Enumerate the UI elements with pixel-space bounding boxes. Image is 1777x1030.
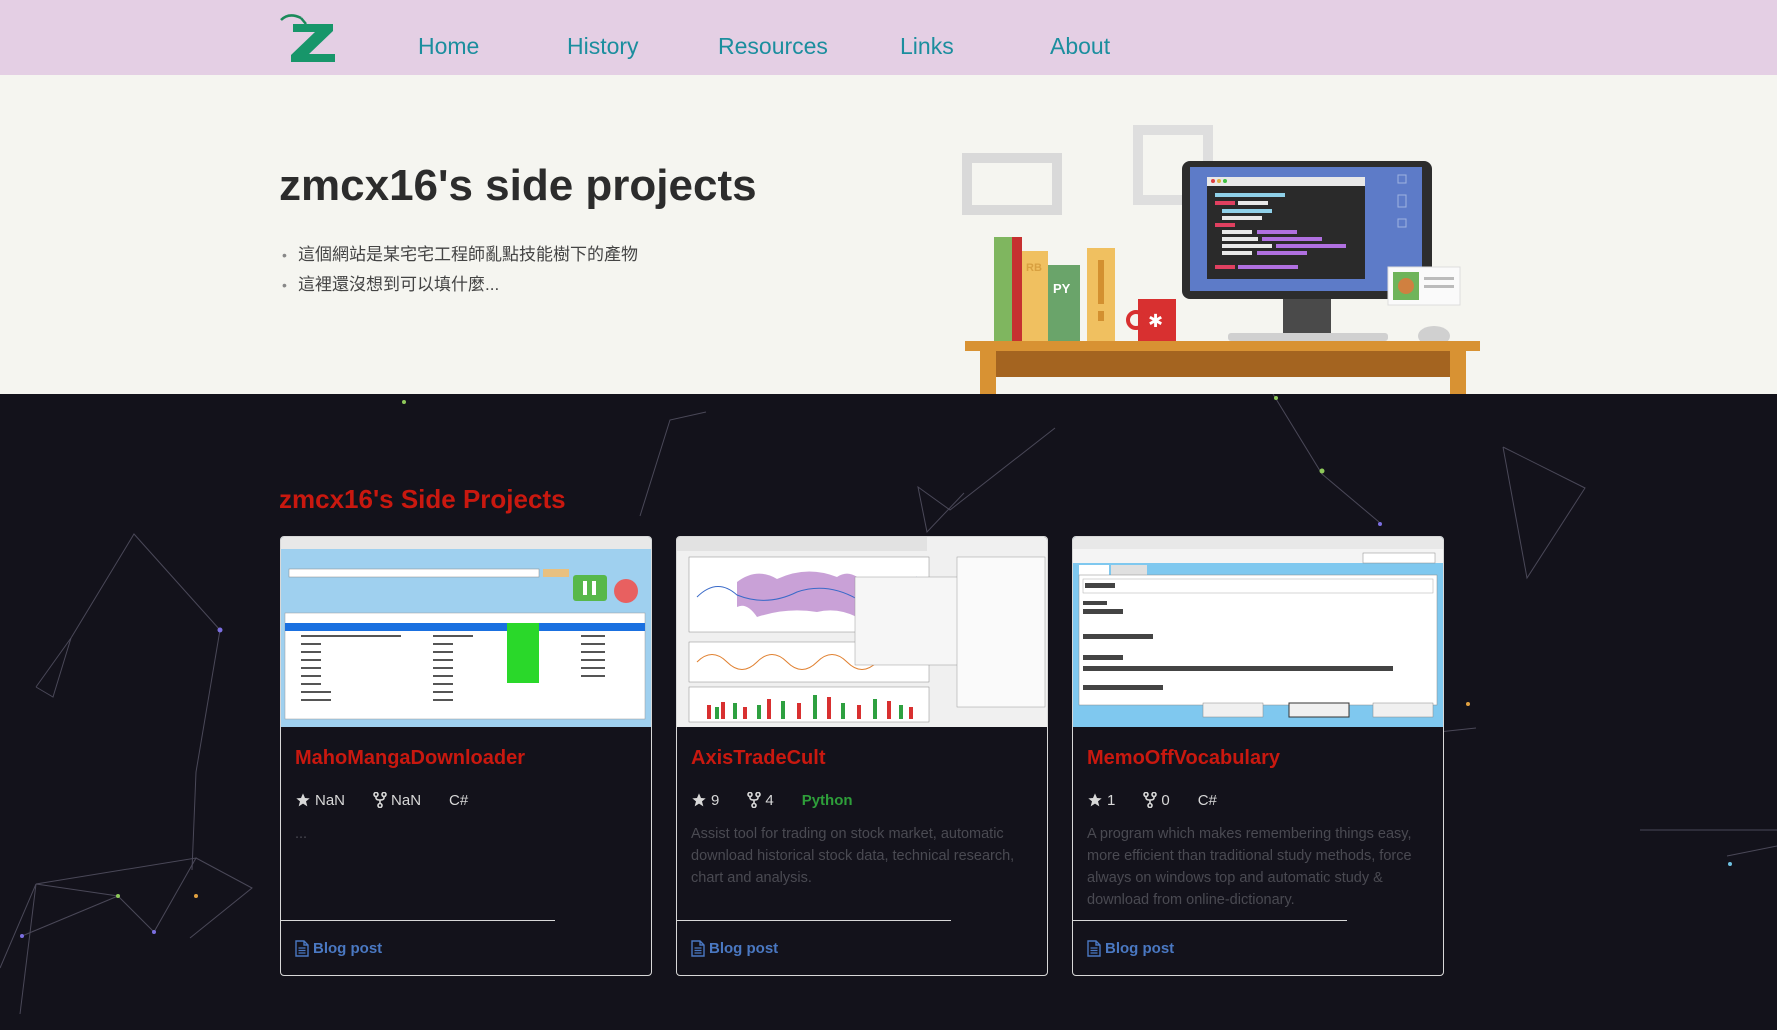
project-screenshot-thumbnail[interactable] <box>677 537 1047 727</box>
fork-count-value: 4 <box>765 791 774 809</box>
project-title-link[interactable]: AxisTradeCult <box>691 746 825 770</box>
project-card: AxisTradeCult 9 4 Python Assist tool for… <box>676 536 1048 976</box>
fork-icon <box>747 792 762 808</box>
language-label: C# <box>449 791 469 809</box>
nav-link-about[interactable]: About <box>1050 33 1110 59</box>
project-screenshot-thumbnail[interactable] <box>1073 537 1443 727</box>
fork-count: NaN <box>373 792 421 809</box>
divider <box>1073 920 1347 921</box>
blog-post-link[interactable]: Blog post <box>295 940 382 957</box>
project-stats: NaN NaN C# <box>295 790 468 810</box>
star-icon <box>296 793 310 807</box>
language-label: C# <box>1197 791 1217 809</box>
project-title-link[interactable]: MahoMangaDownloader <box>295 746 525 770</box>
star-count-value: NaN <box>315 791 346 809</box>
fork-count-value: NaN <box>391 791 422 809</box>
svg-text:✱: ✱ <box>1148 311 1163 332</box>
blog-post-label: Blog post <box>1105 940 1175 957</box>
star-count: NaN <box>295 792 345 809</box>
blog-post-link[interactable]: Blog post <box>1087 940 1174 957</box>
blog-post-label: Blog post <box>709 940 779 957</box>
star-count: 1 <box>1087 792 1115 809</box>
hero-section <box>0 75 1777 394</box>
hero-bullet: 這個網站是某宅宅工程師亂點技能樹下的產物 <box>282 240 638 270</box>
divider <box>677 920 951 921</box>
star-count-value: 1 <box>1107 791 1116 809</box>
document-icon <box>1087 940 1101 957</box>
top-nav: Home History Resources Links About <box>0 0 1777 75</box>
zmcx16-logo-icon[interactable] <box>279 12 341 64</box>
language-label: Python <box>801 791 853 809</box>
fork-count: 0 <box>1143 791 1170 809</box>
nav-link-history[interactable]: History <box>567 33 639 59</box>
fork-count-value: 0 <box>1161 791 1170 809</box>
project-card: MemoOffVocabulary 1 0 C# A program which… <box>1072 536 1444 976</box>
project-description: Assist tool for trading on stock market,… <box>691 826 1015 886</box>
document-icon <box>691 940 705 957</box>
nav-link-resources[interactable]: Resources <box>718 33 828 59</box>
star-icon <box>692 793 706 807</box>
page-title: zmcx16's side projects <box>279 161 757 210</box>
hero-bullet-list: 這個網站是某宅宅工程師亂點技能樹下的產物 這裡還沒想到可以填什麼... <box>282 240 638 300</box>
star-count-value: 9 <box>711 791 720 809</box>
book-rb-label: RB <box>1026 262 1042 274</box>
section-title: zmcx16's Side Projects <box>279 484 566 514</box>
project-title-link[interactable]: MemoOffVocabulary <box>1087 746 1280 770</box>
project-stats: 9 4 Python <box>691 790 853 810</box>
desk-computer-illustration: RB PY ✱ <box>962 125 1480 395</box>
fork-count: 4 <box>747 791 774 809</box>
blog-post-link[interactable]: Blog post <box>691 940 778 957</box>
hero-bullet: 這裡還沒想到可以填什麼... <box>282 270 638 300</box>
nav-link-home[interactable]: Home <box>418 33 479 59</box>
blog-post-label: Blog post <box>313 940 383 957</box>
fork-icon <box>373 792 387 808</box>
nav-link-links[interactable]: Links <box>900 33 954 59</box>
project-screenshot-thumbnail[interactable] <box>281 537 651 727</box>
project-description: A program which makes remembering things… <box>1087 826 1412 908</box>
fork-icon <box>1143 792 1158 808</box>
document-icon <box>295 940 309 957</box>
star-icon <box>1088 793 1102 807</box>
project-stats: 1 0 C# <box>1087 790 1217 810</box>
project-description: ... <box>295 826 308 842</box>
divider <box>281 920 555 921</box>
book-py-label: PY <box>1053 281 1071 296</box>
project-card: MahoMangaDownloader NaN NaN C# ... Blog … <box>280 536 652 976</box>
star-count: 9 <box>691 792 719 809</box>
